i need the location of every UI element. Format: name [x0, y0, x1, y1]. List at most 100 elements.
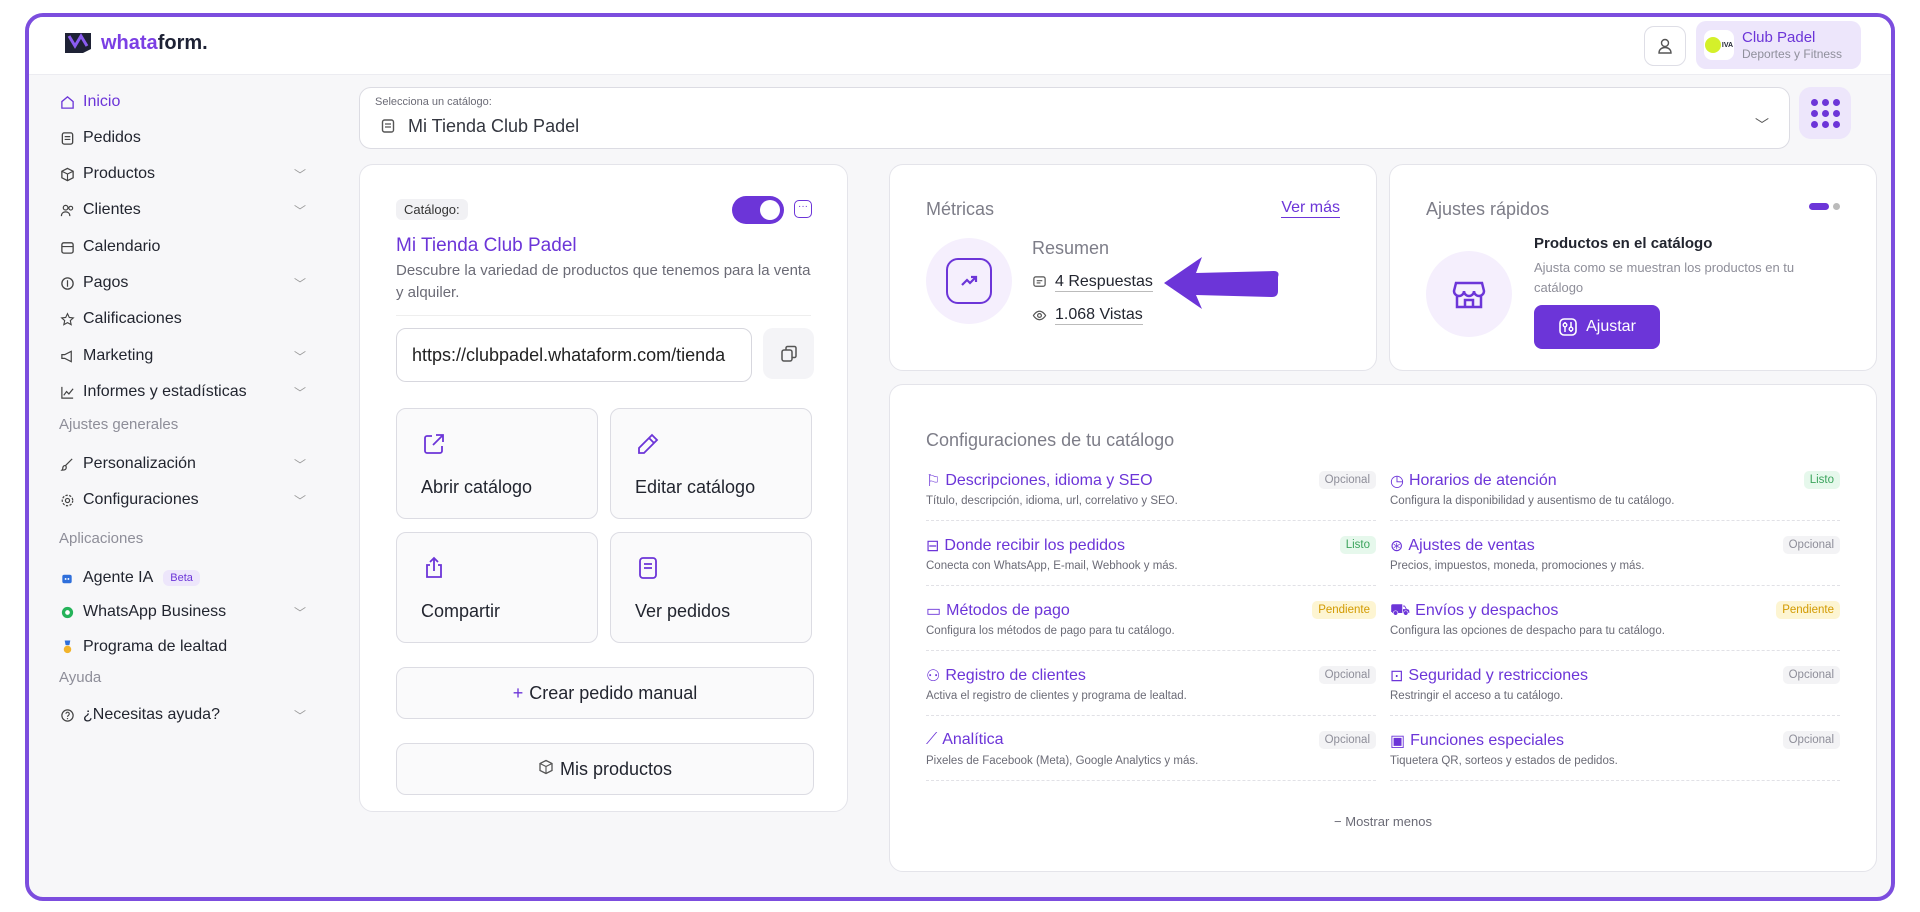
plus-icon: +: [512, 682, 524, 703]
config-item-name: Envíos y despachos: [1415, 602, 1559, 619]
status-badge: Listo: [1339, 536, 1376, 554]
apps-grid-button[interactable]: [1799, 87, 1851, 139]
status-badge: Opcional: [1782, 666, 1840, 684]
flag-icon: ⚐: [926, 473, 941, 490]
config-item-sub: Conecta con WhatsApp, E-mail, Webhook y …: [926, 560, 1178, 572]
sidebar-item-inicio[interactable]: Inicio: [59, 87, 314, 117]
show-less-button[interactable]: − Mostrar menos: [890, 814, 1876, 829]
responses-count: 4 Respuestas: [1055, 273, 1153, 292]
config-item-sub: Configura los métodos de pago para tu ca…: [926, 625, 1175, 637]
sidebar-item-calificaciones[interactable]: Calificaciones: [59, 304, 314, 334]
catalog-url-field[interactable]: [396, 328, 752, 382]
sidebar-item-calendario[interactable]: Calendario: [59, 232, 314, 262]
views-link[interactable]: 1.068 Vistas: [1032, 306, 1143, 325]
account-switcher[interactable]: IVA Club Padel Deportes y Fitness: [1696, 21, 1861, 69]
brand-logo[interactable]: whataform.: [63, 31, 208, 55]
external-link-icon: [421, 431, 447, 462]
config-item-name: Horarios de atención: [1408, 472, 1557, 489]
users-icon: ⚇: [926, 668, 941, 685]
sidebar-item-agente-ia[interactable]: Agente IA Beta: [59, 563, 314, 593]
chevron-down-icon: ﹀: [1755, 117, 1769, 133]
sidebar-item-productos[interactable]: Productos ﹀: [59, 159, 314, 189]
config-item-name: Registro de clientes: [945, 667, 1086, 684]
open-catalog-button[interactable]: Abrir catálogo: [396, 408, 598, 519]
sidebar-item-marketing[interactable]: Marketing ﹀: [59, 341, 314, 371]
coin-icon: ⊛: [1390, 538, 1404, 555]
sidebar-item-lealtad[interactable]: Programa de lealtad: [59, 632, 314, 662]
chevron-down-icon: ﹀: [293, 203, 306, 218]
config-item-sub: Pixeles de Facebook (Meta), Google Analy…: [926, 755, 1199, 767]
whataform-logo-icon: [65, 33, 91, 53]
sidebar-item-personalizacion[interactable]: Personalización ﹀: [59, 449, 314, 479]
brand-name-part1: whata: [101, 31, 158, 54]
adjust-button[interactable]: Ajustar: [1534, 305, 1660, 349]
sidebar-item-label: Inicio: [83, 93, 121, 110]
status-badge: Pendiente: [1776, 601, 1840, 619]
carousel-indicator[interactable]: [1809, 203, 1840, 210]
view-orders-button[interactable]: Ver pedidos: [610, 532, 812, 643]
create-manual-order-button[interactable]: + Crear pedido manual: [396, 667, 814, 719]
calendar-icon: ▣: [1390, 733, 1406, 750]
config-item-name: Donde recibir los pedidos: [944, 537, 1125, 554]
sidebar-item-clientes[interactable]: Clientes ﹀: [59, 195, 314, 225]
see-more-link[interactable]: Ver más: [1281, 199, 1340, 218]
catalog-select[interactable]: Selecciona un catálogo: Mi Tienda Club P…: [359, 87, 1790, 149]
clock-icon: ◷: [1390, 473, 1404, 490]
catalog-config-card: Configuraciones de tu catálogo ⚐ Descripc…: [889, 384, 1877, 872]
user-profile-button[interactable]: [1644, 26, 1686, 66]
my-products-button[interactable]: Mis productos: [396, 743, 814, 795]
config-item-horarios[interactable]: ◷ Horarios de atención Configura la dispo…: [1390, 459, 1840, 521]
quick-item-title: Productos en el catálogo: [1534, 235, 1713, 252]
config-item-sub: Activa el registro de clientes y program…: [926, 690, 1187, 702]
sidebar-item-whatsapp[interactable]: WhatsApp Business ﹀: [59, 597, 314, 627]
show-less-label: Mostrar menos: [1345, 814, 1432, 829]
sidebar-item-configuraciones[interactable]: Configuraciones ﹀: [59, 485, 314, 515]
lock-icon: ⊡: [1390, 668, 1404, 685]
truck-icon: ⛟: [1390, 602, 1411, 619]
catalog-card: Catálogo: ··· Mi Tienda Club Padel Descu…: [359, 164, 848, 812]
users-icon: [59, 202, 75, 218]
sidebar-item-informes[interactable]: Informes y estadísticas ﹀: [59, 377, 314, 407]
edit-catalog-button[interactable]: Editar catálogo: [610, 408, 812, 519]
share-button[interactable]: Compartir: [396, 532, 598, 643]
config-item-envios[interactable]: ⛟ Envíos y despachos Configura las opcion…: [1390, 589, 1840, 651]
quick-settings-card: Ajustes rápidos Productos en el catálogo…: [1389, 164, 1877, 371]
config-item-seo[interactable]: ⚐ Descripciones, idioma y SEO Título, des…: [926, 459, 1376, 521]
catalog-enabled-toggle[interactable]: [732, 196, 784, 224]
responses-link[interactable]: 4 Respuestas: [1032, 273, 1153, 292]
section-aplicaciones: Aplicaciones: [59, 530, 144, 547]
config-item-funciones[interactable]: ▣ Funciones especiales Tiquetera QR, sort…: [1390, 719, 1840, 781]
config-item-sub: Configura la disponibilidad y ausentismo…: [1390, 495, 1675, 507]
config-item-sub: Precios, impuestos, moneda, promociones …: [1390, 560, 1645, 572]
my-products-label: Mis productos: [559, 758, 673, 779]
config-item-seguridad[interactable]: ⊡ Seguridad y restricciones Restringir el…: [1390, 654, 1840, 716]
copy-url-button[interactable]: [763, 328, 814, 379]
config-item-registro[interactable]: ⚇ Registro de clientes Activa el registro…: [926, 654, 1376, 716]
whatsapp-icon: [59, 604, 75, 620]
status-badge: Pendiente: [1312, 601, 1376, 619]
sidebar-item-pedidos[interactable]: Pedidos: [59, 123, 314, 153]
home-icon: [59, 94, 75, 110]
chevron-down-icon: ﹀: [293, 385, 306, 400]
more-options-icon[interactable]: ···: [794, 200, 812, 218]
pencil-icon: [635, 431, 661, 462]
sidebar-item-pagos[interactable]: Pagos ﹀: [59, 268, 314, 298]
megaphone-icon: [59, 348, 75, 364]
chart-icon: ⟋: [926, 731, 938, 748]
card-icon: ▭: [926, 603, 942, 620]
config-item-pedidos[interactable]: ⊟ Donde recibir los pedidos Conecta con W…: [926, 524, 1376, 586]
user-icon: [1658, 38, 1672, 54]
config-item-analitica[interactable]: ⟋ Analítica Pixeles de Facebook (Meta), G…: [926, 719, 1376, 781]
config-item-sub: Configura las opciones de despacho para …: [1390, 625, 1665, 637]
config-item-ventas[interactable]: ⊛ Ajustes de ventas Precios, impuestos, m…: [1390, 524, 1840, 586]
config-item-name: Métodos de pago: [946, 602, 1070, 619]
config-item-name: Ajustes de ventas: [1408, 537, 1535, 554]
club-logo-text: IVA: [1721, 41, 1734, 49]
sidebar-item-label: Productos: [83, 165, 156, 182]
sidebar-item-ayuda[interactable]: ¿Necesitas ayuda? ﹀: [59, 700, 314, 730]
chart-icon: [59, 384, 75, 400]
beta-badge: Beta: [163, 570, 200, 586]
chevron-down-icon: ﹀: [293, 457, 306, 472]
config-item-pago[interactable]: ▭ Métodos de pago Configura los métodos d…: [926, 589, 1376, 651]
sidebar-item-label: Informes y estadísticas: [83, 383, 247, 400]
